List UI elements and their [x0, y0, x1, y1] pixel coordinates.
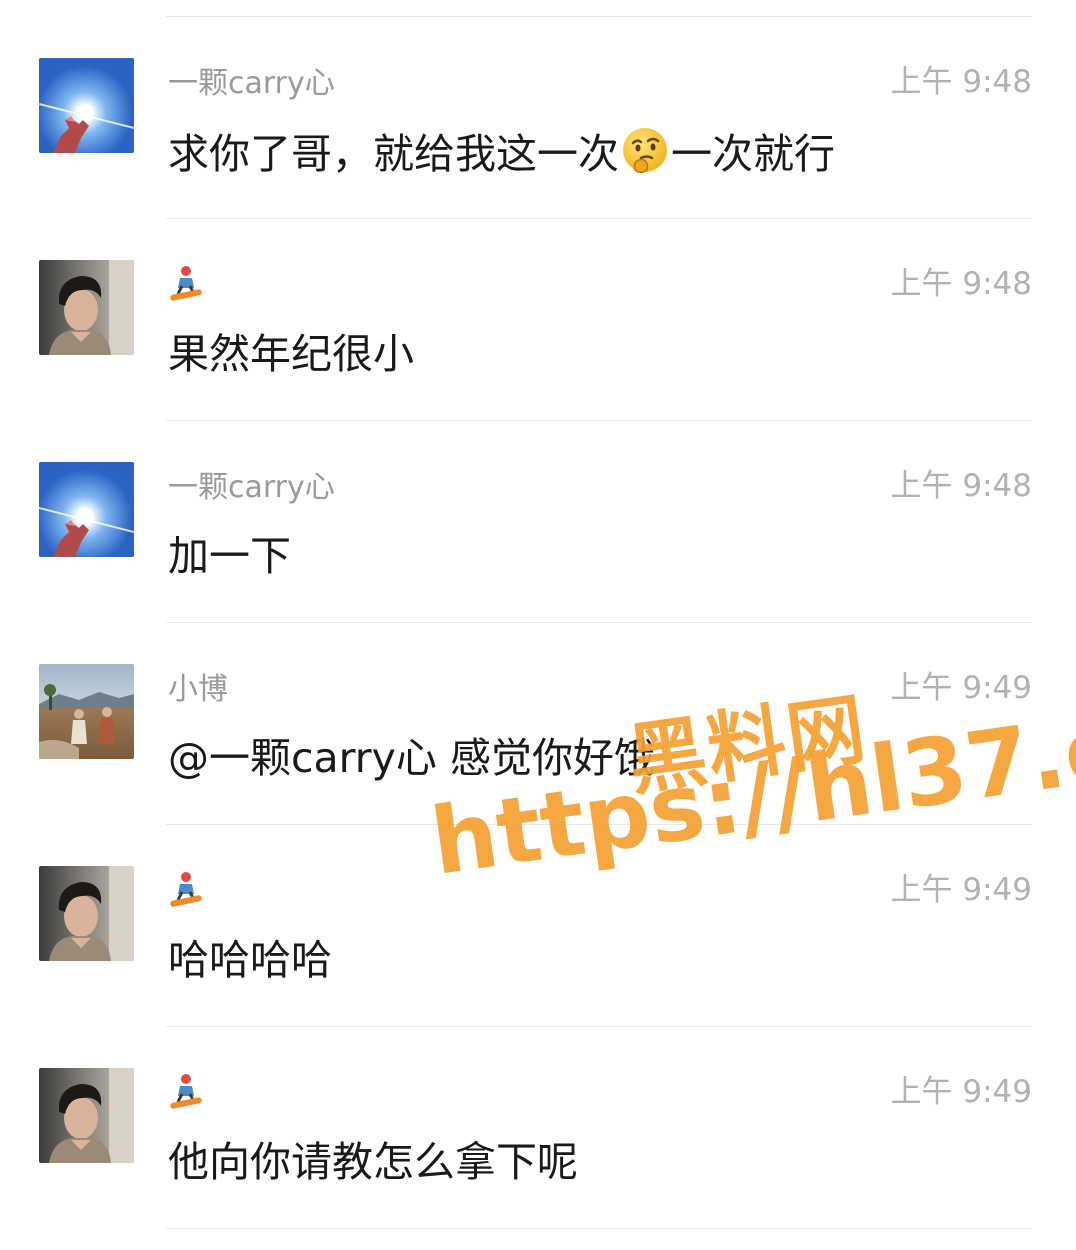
message-time: 上午 9:49 [890, 670, 1032, 706]
sun-hand-avatar[interactable] [39, 58, 134, 153]
snowboarder-emoji [168, 1072, 204, 1110]
chat-message[interactable]: 一颗carry心 上午 9:48 求你了哥，就给我这一次 一次就行 [0, 16, 1076, 218]
message-time: 上午 9:48 [890, 266, 1032, 302]
message-time: 上午 9:49 [890, 1074, 1032, 1110]
chat-message[interactable]: 上午 9:48 果然年纪很小 [0, 218, 1076, 420]
young-man-portrait-avatar[interactable] [39, 260, 134, 355]
snowboarder-emoji [168, 870, 204, 908]
young-man-portrait-avatar[interactable] [39, 1068, 134, 1163]
chat-message[interactable]: 上午 9:49 他向你请教怎么拿下呢 [0, 1026, 1076, 1229]
chat-message[interactable]: 一颗carry心 上午 9:48 加一下 [0, 420, 1076, 622]
message-text: 求你了哥，就给我这一次 一次就行 [168, 124, 835, 182]
snowboarder-emoji [168, 264, 204, 302]
message-divider [166, 1228, 1032, 1229]
message-divider [166, 1026, 1032, 1027]
message-text-part: 求你了哥，就给我这一次 [168, 130, 619, 178]
sender-name: 一颗carry心 [168, 66, 335, 101]
message-divider [166, 16, 1032, 17]
sun-hand-avatar[interactable] [39, 462, 134, 557]
message-time: 上午 9:48 [890, 64, 1032, 100]
message-text: 果然年纪很小 [168, 330, 414, 378]
message-divider [166, 420, 1032, 421]
young-man-portrait-avatar[interactable] [39, 866, 134, 961]
outdoor-people-avatar[interactable] [39, 664, 134, 759]
message-text-part: 一次就行 [671, 130, 835, 178]
message-divider [166, 218, 1032, 219]
message-text: 他向你请教怎么拿下呢 [168, 1138, 578, 1186]
message-time: 上午 9:49 [890, 872, 1032, 908]
message-time: 上午 9:48 [890, 468, 1032, 504]
message-divider [166, 622, 1032, 623]
sender-name: 小博 [168, 672, 228, 707]
sender-name: 一颗carry心 [168, 470, 335, 505]
message-text: 哈哈哈哈 [168, 936, 332, 984]
message-text: 加一下 [168, 532, 291, 580]
thinking-face-emoji [619, 124, 671, 176]
